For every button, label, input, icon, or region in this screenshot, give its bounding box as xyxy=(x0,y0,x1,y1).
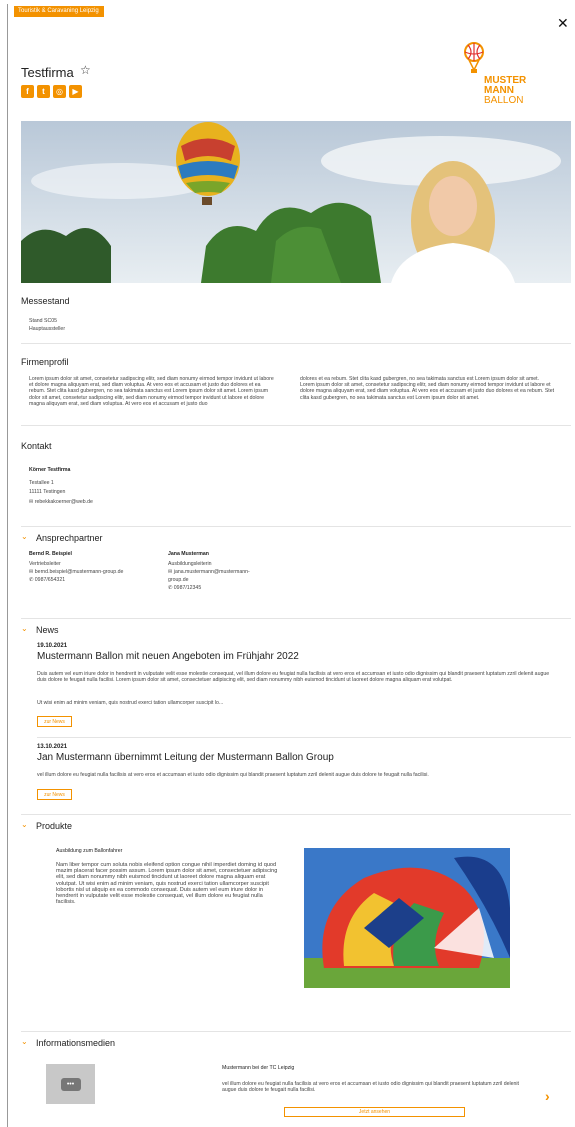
news-button[interactable]: zur News xyxy=(37,716,72,727)
person-email-row[interactable]: ✉ jana.mustermann@mustermann- xyxy=(168,568,278,576)
profile-text-col2: dolores et ea rebum. Stet clita kasd gub… xyxy=(300,376,555,401)
person-email: jana.mustermann@mustermann- xyxy=(173,569,250,575)
mail-icon: ✉ xyxy=(29,499,34,505)
logo-line-3: BALLON xyxy=(484,95,524,106)
chevron-down-icon[interactable]: ⌄ xyxy=(21,1037,28,1046)
close-icon[interactable]: ✕ xyxy=(557,16,569,30)
section-title-ansprechpartner[interactable]: Ansprechpartner xyxy=(36,533,103,543)
news-headline[interactable]: Mustermann Ballon mit neuen Angeboten im… xyxy=(37,651,299,662)
contact-email: rebekkakoerner@web.de xyxy=(34,499,93,505)
chevron-right-icon[interactable]: › xyxy=(545,1088,550,1104)
person-name: Jana Musterman xyxy=(168,551,209,557)
media-text: vel illum dolore eu feugiat nulla facili… xyxy=(222,1081,519,1094)
news-text: vel illum dolore eu feugiat nulla facili… xyxy=(37,772,429,778)
profile-text-col1: Lorem ipsum dolor sit amet, consetetur s… xyxy=(29,376,274,407)
youtube-icon[interactable]: ▶ xyxy=(69,85,82,98)
contact-person-1: Bernd R. Beispiel Vertriebsleiter ✉ bern… xyxy=(29,550,159,584)
person-role: Ausbildungsleiterin xyxy=(168,561,212,567)
divider xyxy=(21,425,571,426)
chevron-down-icon[interactable]: ⌄ xyxy=(21,532,28,541)
chevron-down-icon[interactable]: ⌄ xyxy=(21,820,28,829)
watch-now-button[interactable]: Jetzt ansehen xyxy=(284,1107,465,1117)
exhibitor-type: Hauptaussteller xyxy=(29,326,66,332)
contact-email-row[interactable]: ✉ rebekkakoerner@web.de xyxy=(29,499,93,505)
person-phone: 0987/12345 xyxy=(173,585,202,591)
contact-name: Körner Testfirma xyxy=(29,467,71,473)
product-image xyxy=(304,848,510,988)
contact-street: Testallee 1 xyxy=(29,480,54,486)
person-email: bernd.beispiel@mustermann-group.de xyxy=(34,569,124,575)
section-title-messestand: Messestand xyxy=(21,296,70,306)
chat-bubble-icon: ••• xyxy=(60,1077,81,1091)
divider xyxy=(21,814,571,815)
news-text: Duis autem vel eum iriure dolor in hendr… xyxy=(37,671,550,684)
divider xyxy=(21,343,571,344)
news-date: 13.10.2021 xyxy=(37,744,68,750)
product-text: Nam liber tempor cum soluta nobis eleife… xyxy=(56,862,278,906)
news-headline[interactable]: Jan Mustermann übernimmt Leitung der Mus… xyxy=(37,752,334,763)
section-title-firmenprofil: Firmenprofil xyxy=(21,357,69,367)
chevron-down-icon[interactable]: ⌄ xyxy=(21,624,28,633)
contact-city: 11111 Testingen xyxy=(29,489,66,495)
divider xyxy=(21,618,571,619)
news-button[interactable]: zur News xyxy=(37,789,72,800)
media-thumbnail[interactable]: ••• xyxy=(46,1064,95,1104)
logo-text: MUSTER MANN BALLON xyxy=(484,76,526,106)
facebook-icon[interactable]: f xyxy=(21,85,34,98)
company-name: Testfirma xyxy=(21,65,74,80)
divider xyxy=(37,737,571,738)
contact-person-2: Jana Musterman Ausbildungsleiterin ✉ jan… xyxy=(168,550,278,592)
twitter-icon[interactable]: t xyxy=(37,85,50,98)
person-role: Vertriebsleiter xyxy=(29,561,61,567)
divider xyxy=(21,1031,571,1032)
star-icon[interactable]: ☆ xyxy=(80,63,91,77)
person-phone-row[interactable]: ✆ 0987/12345 xyxy=(168,584,278,592)
divider xyxy=(21,526,571,527)
news-text: Ut wisi enim ad minim veniam, quis nostr… xyxy=(37,700,224,706)
person-name: Bernd R. Beispiel xyxy=(29,551,72,557)
news-date: 19.10.2021 xyxy=(37,643,68,649)
person-email-row[interactable]: ✉ bernd.beispiel@mustermann-group.de xyxy=(29,568,159,576)
event-tag: Touristik & Caravaning Leipzig xyxy=(14,6,104,17)
social-links: f t ◎ ▶ xyxy=(21,85,82,98)
section-title-news[interactable]: News xyxy=(36,625,59,635)
person-phone-row[interactable]: ✆ 0987/654321 xyxy=(29,576,159,584)
section-title-produkte[interactable]: Produkte xyxy=(36,821,72,831)
stand-number: Stand SC05 xyxy=(29,318,57,324)
person-email-row-2[interactable]: group.de xyxy=(168,576,278,584)
product-title: Ausbildung zum Ballonfahrer xyxy=(56,848,123,854)
header-banner-image xyxy=(21,121,571,283)
person-phone: 0987/654321 xyxy=(34,577,66,583)
instagram-icon[interactable]: ◎ xyxy=(53,85,66,98)
media-title: Mustermann bei der TC Leipzig xyxy=(222,1065,295,1071)
section-title-informationsmedien[interactable]: Informationsmedien xyxy=(36,1038,115,1048)
section-title-kontakt: Kontakt xyxy=(21,441,52,451)
